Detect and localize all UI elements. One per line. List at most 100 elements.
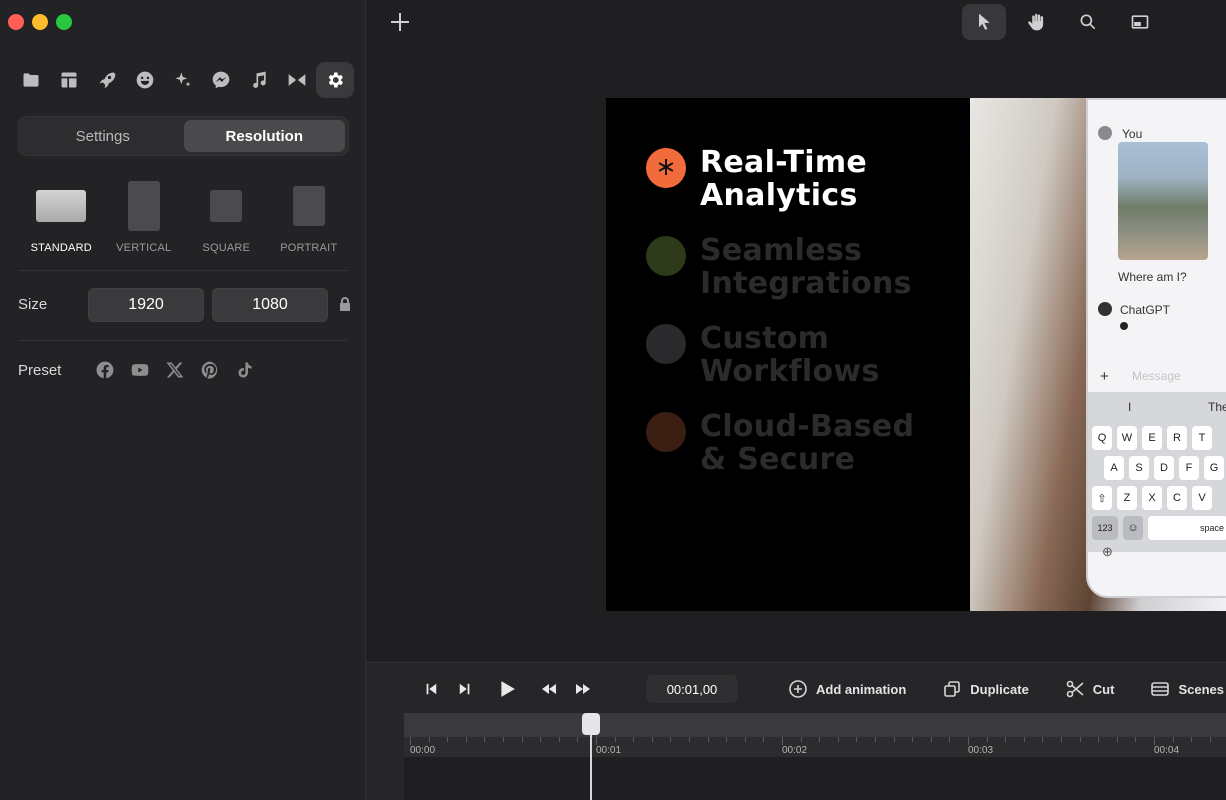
hand-holding-phone-photo: You Where am I? ChatGPT + Message I The … — [970, 98, 1226, 611]
format-options: STANDARD VERTICAL SQUARE PORTRAIT — [20, 178, 350, 254]
x-icon[interactable] — [164, 359, 186, 381]
scenes-button[interactable]: Scenes — [1150, 679, 1224, 699]
ruler-tick — [577, 737, 579, 742]
folder-icon[interactable] — [12, 62, 50, 98]
suggestion: The — [1208, 400, 1226, 414]
youtube-icon[interactable] — [129, 359, 151, 381]
key: G — [1204, 456, 1224, 480]
ruler-tick — [689, 737, 690, 742]
time-ruler[interactable]: 00:00 00:01 00:02 00:03 00:04 — [404, 713, 1226, 757]
ruler-tick — [521, 737, 523, 742]
scenes-icon — [1151, 682, 1170, 696]
add-animation-button[interactable]: Add animation — [788, 679, 906, 699]
playback-controls: 00:01,00 Add animation Duplicate Cut Sce… — [414, 675, 1226, 703]
app-window: Settings Resolution STANDARD VERTICAL SQ… — [0, 0, 1226, 800]
playhead-handle[interactable] — [582, 713, 600, 735]
ruler-tick — [1172, 737, 1174, 742]
phone-mockup: You Where am I? ChatGPT + Message I The … — [1086, 98, 1226, 598]
ruler-tick — [949, 737, 951, 742]
portrait-format-icon — [292, 186, 325, 226]
ruler-label: 00:04 — [1154, 745, 1180, 756]
vertical-format-icon — [127, 181, 160, 231]
tab-settings[interactable]: Settings — [22, 120, 184, 152]
feature-title: Real-Time — [700, 145, 868, 180]
scrubber-bar[interactable] — [404, 713, 1226, 737]
key: V — [1192, 486, 1212, 510]
chat-sender-you: You — [1122, 127, 1143, 141]
rocket-icon[interactable] — [88, 62, 126, 98]
feature-list: Real-Time Analytics Seamless Integration… — [646, 146, 914, 498]
format-label: PORTRAIT — [280, 242, 338, 254]
ruler-tick — [763, 737, 765, 742]
timeline: 00:01,00 Add animation Duplicate Cut Sce… — [366, 662, 1226, 800]
layout-icon[interactable] — [50, 62, 88, 98]
picture-in-picture-icon[interactable] — [1118, 4, 1162, 40]
smiley-icon[interactable] — [126, 62, 164, 98]
sparkles-icon[interactable] — [164, 62, 202, 98]
skip-to-end-icon[interactable] — [448, 675, 482, 703]
key: F — [1179, 456, 1199, 480]
key: R — [1167, 426, 1187, 450]
ruler-tick — [670, 737, 672, 742]
close-window-button[interactable] — [8, 14, 24, 30]
gear-icon[interactable] — [316, 62, 354, 98]
timeline-track[interactable]: 00:00 00:01 00:02 00:03 00:04 — [404, 713, 1226, 800]
typing-dot — [1120, 322, 1128, 330]
suggestion: I — [1128, 400, 1132, 414]
format-square[interactable]: SQUARE — [185, 178, 268, 254]
skip-to-start-icon[interactable] — [414, 675, 448, 703]
key: C — [1167, 486, 1187, 510]
transition-icon[interactable] — [278, 62, 316, 98]
slide-preview[interactable]: Real-Time Analytics Seamless Integration… — [606, 98, 1226, 611]
feature-title: Integrations — [700, 266, 912, 301]
height-field[interactable]: 1080 — [212, 288, 328, 322]
size-label: Size — [18, 296, 48, 313]
ruler-tick — [930, 737, 932, 742]
format-vertical[interactable]: VERTICAL — [103, 178, 186, 254]
width-field[interactable]: 1920 — [88, 288, 204, 322]
cut-button[interactable]: Cut — [1065, 679, 1115, 699]
lock-icon[interactable] — [338, 296, 352, 312]
add-icon[interactable] — [388, 10, 412, 34]
cut-label: Cut — [1092, 681, 1115, 697]
preset-label: Preset — [18, 362, 62, 379]
settings-resolution-toggle: Settings Resolution — [18, 116, 349, 156]
feature-title: & Secure — [700, 442, 856, 477]
emoji-icon: ☺ — [1123, 516, 1143, 540]
sidebar: Settings Resolution STANDARD VERTICAL SQ… — [0, 0, 366, 800]
ruler-tick — [1135, 737, 1137, 742]
chat-sender-assistant: ChatGPT — [1120, 303, 1171, 317]
rewind-icon[interactable] — [532, 675, 566, 703]
add-circle-icon — [789, 680, 807, 698]
ruler-tick — [1116, 737, 1118, 742]
ruler-tick — [837, 737, 839, 742]
key: X — [1142, 486, 1162, 510]
messenger-icon[interactable] — [202, 62, 240, 98]
search-icon[interactable] — [1066, 4, 1110, 40]
format-label: SQUARE — [202, 242, 251, 254]
ruler-tick — [484, 737, 486, 742]
space-key: space — [1148, 516, 1226, 540]
pointer-icon[interactable] — [962, 4, 1006, 40]
user-avatar-icon — [1098, 126, 1112, 140]
timecode-display[interactable]: 00:01,00 — [646, 675, 738, 703]
duplicate-button[interactable]: Duplicate — [942, 679, 1029, 699]
fast-forward-icon[interactable] — [566, 675, 600, 703]
facebook-icon[interactable] — [94, 359, 116, 381]
format-portrait[interactable]: PORTRAIT — [268, 178, 351, 254]
hand-icon[interactable] — [1014, 4, 1058, 40]
maximize-window-button[interactable] — [56, 14, 72, 30]
ruler-tick — [558, 737, 560, 742]
ruler-tick — [726, 737, 728, 742]
ruler-tick — [856, 737, 858, 742]
format-standard[interactable]: STANDARD — [20, 178, 103, 254]
play-icon[interactable] — [490, 675, 524, 703]
pinterest-icon[interactable] — [199, 359, 221, 381]
format-label: STANDARD — [30, 242, 92, 254]
tab-resolution[interactable]: Resolution — [183, 120, 345, 152]
tiktok-icon[interactable] — [234, 359, 256, 381]
add-animation-label: Add animation — [816, 681, 907, 697]
music-note-icon[interactable] — [240, 62, 278, 98]
minimize-window-button[interactable] — [32, 14, 48, 30]
window-controls — [8, 14, 72, 30]
